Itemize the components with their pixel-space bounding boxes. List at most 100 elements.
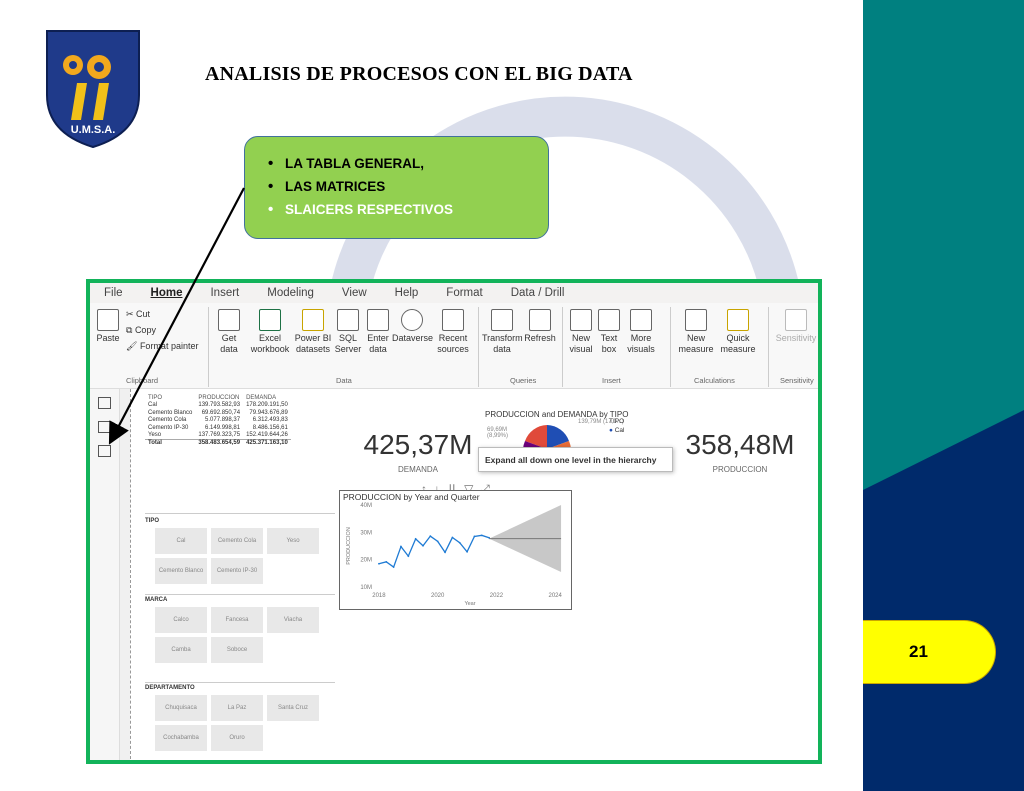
menu-home[interactable]: Home	[137, 287, 197, 299]
menu-data-drill[interactable]: Data / Drill	[497, 287, 579, 299]
model-view-icon[interactable]	[98, 445, 111, 457]
slicer-tile[interactable]: Fancesa	[211, 607, 263, 633]
group-calculations-label: Calculations	[694, 376, 735, 385]
table-cell: 425.371.163,10	[243, 439, 291, 448]
slicer-tile[interactable]: Viacha	[267, 607, 319, 633]
recent-sources-button[interactable]: Recent sources	[434, 309, 472, 355]
dataverse-button[interactable]: Dataverse	[392, 309, 434, 344]
pie-legend-item: ● Cal	[609, 426, 625, 435]
slicer-divider	[145, 594, 335, 595]
excel-button[interactable]: Excel workbook	[250, 309, 290, 355]
line-chart: 2018 2020 2022 2024 10M 20M 30M 40M Year PRODUCCI…	[346, 503, 563, 607]
brush-icon: 🖌	[126, 341, 140, 351]
table-row: Cemento Blanco 69.692.850,74 79.943.676,89	[145, 410, 291, 417]
transform-data-button[interactable]: Transform data	[482, 309, 523, 355]
data-point	[466, 550, 468, 553]
cut-label: Cut	[136, 309, 151, 319]
get-data-label: Get data	[220, 333, 238, 354]
slicer-tile[interactable]: Cemento Blanco	[155, 558, 207, 584]
text-box-button[interactable]: Text box	[596, 309, 622, 355]
menu-file[interactable]: File	[90, 287, 137, 299]
report-view-icon[interactable]	[98, 397, 111, 409]
cut-button[interactable]: ✂ Cut	[126, 309, 150, 320]
data-point	[451, 536, 454, 539]
ribbon-separator	[768, 307, 769, 387]
table-row: Yeso 137.769.323,75 152.419.644,26	[145, 432, 291, 440]
quick-measure-button[interactable]: Quick measure	[718, 309, 758, 355]
paste-button[interactable]: Paste	[94, 309, 122, 344]
get-data-button[interactable]: Get data	[212, 309, 246, 355]
new-measure-button[interactable]: New measure	[676, 309, 716, 355]
table-row: Cemento IP-30 6.149.998,81 8.486.156,61	[145, 425, 291, 432]
data-point	[422, 544, 424, 547]
enter-data-label: Enter data	[367, 333, 389, 354]
slicer-departamento-title: DEPARTAMENTO	[145, 685, 195, 691]
table-cell: Cemento Blanco	[148, 409, 193, 416]
tooltip: Expand all down one level in the hierarc…	[478, 447, 673, 472]
quick-measure-label: Quick measure	[720, 333, 756, 354]
table-cell: Cemento Cola	[148, 417, 187, 424]
sql-label: SQL Server	[334, 333, 362, 354]
kpi-demanda-label: DEMANDA	[397, 465, 438, 474]
menu-format[interactable]: Format	[432, 287, 496, 299]
table-icon	[367, 309, 389, 331]
menu-bar: File Home Insert Modeling View Help Form…	[90, 283, 818, 303]
summary-table: TIPO PRODUCCION DEMANDA Cal 139.793.582,9…	[145, 395, 291, 448]
refresh-icon	[529, 309, 551, 331]
powerbi-screenshot: File Home Insert Modeling View Help Form…	[86, 279, 822, 764]
page-number-badge: 21	[863, 620, 996, 684]
group-clipboard-label: Clipboard	[126, 376, 159, 385]
kpi-demanda-value: 425,37M	[363, 429, 473, 460]
y-tick-label: 20M	[360, 558, 372, 564]
paste-label: Paste	[96, 333, 120, 343]
excel-icon	[259, 309, 281, 331]
sensitivity-button[interactable]: Sensitivity	[774, 309, 818, 344]
slicer-tile[interactable]: Camba	[155, 637, 207, 663]
callout-item: LA TABLA GENERAL,	[268, 152, 548, 175]
x-tick-label: 2024	[549, 593, 563, 599]
sql-server-button[interactable]: SQL Server	[334, 309, 362, 355]
more-visuals-button[interactable]: More visuals	[624, 309, 658, 355]
refresh-button[interactable]: Refresh	[524, 309, 556, 344]
slicer-tile[interactable]: Cal	[155, 528, 207, 554]
slicer-tile[interactable]: Calco	[155, 607, 207, 633]
pie-chart	[523, 425, 571, 449]
slicer-tile[interactable]: Chuquisaca	[155, 695, 207, 721]
slicer-tile[interactable]: La Paz	[211, 695, 263, 721]
dataverse-label: Dataverse	[392, 333, 434, 343]
menu-modeling[interactable]: Modeling	[253, 287, 328, 299]
copy-button[interactable]: ⧉ Copy	[126, 325, 156, 336]
table-cell: 69.692.850,74	[201, 409, 241, 416]
callout-box: LA TABLA GENERAL, LAS MATRICES SLAICERS …	[244, 136, 549, 239]
menu-view[interactable]: View	[328, 287, 381, 299]
slicer-tile[interactable]: Cemento Cola	[211, 528, 263, 554]
y-tick-label: 30M	[360, 530, 372, 536]
y-tick-label: 10M	[360, 585, 372, 591]
menu-insert[interactable]: Insert	[196, 287, 253, 299]
callout-item: SLAICERS RESPECTIVOS	[268, 198, 548, 221]
kpi-produccion-value: 358,48M	[685, 429, 795, 460]
line-chart-card[interactable]: PRODUCCION by Year and Quarter 2018 2020 2…	[339, 490, 572, 610]
slicer-tile[interactable]: Soboce	[211, 637, 263, 663]
format-painter-button[interactable]: 🖌 Format painter	[126, 341, 198, 352]
powerbi-datasets-button[interactable]: Power BI datasets	[294, 309, 332, 355]
slicer-marca-title: MARCA	[145, 597, 168, 603]
table-header: TIPO	[148, 395, 163, 401]
report-area: TIPO PRODUCCION DEMANDA Cal 139.793.582,9…	[90, 389, 818, 760]
slicer-tile[interactable]: Yeso	[267, 528, 319, 554]
data-view-icon[interactable]	[98, 421, 111, 433]
recent-sources-label: Recent sources	[437, 333, 469, 354]
x-tick-label: 2020	[431, 593, 445, 599]
data-point	[444, 551, 446, 554]
new-visual-button[interactable]: New visual	[566, 309, 596, 355]
slicer-tile[interactable]: Cemento IP-30	[211, 558, 263, 584]
slicer-divider	[145, 513, 335, 514]
slicer-tile[interactable]: Oruro	[211, 725, 263, 751]
dataset-icon	[302, 309, 324, 331]
table-cell: 137.769.323,75	[198, 432, 241, 439]
enter-data-button[interactable]: Enter data	[364, 309, 392, 355]
scissors-icon: ✂	[126, 309, 137, 319]
slicer-tile[interactable]: Santa Cruz	[267, 695, 319, 721]
slicer-tile[interactable]: Cochabamba	[155, 725, 207, 751]
menu-help[interactable]: Help	[381, 287, 433, 299]
